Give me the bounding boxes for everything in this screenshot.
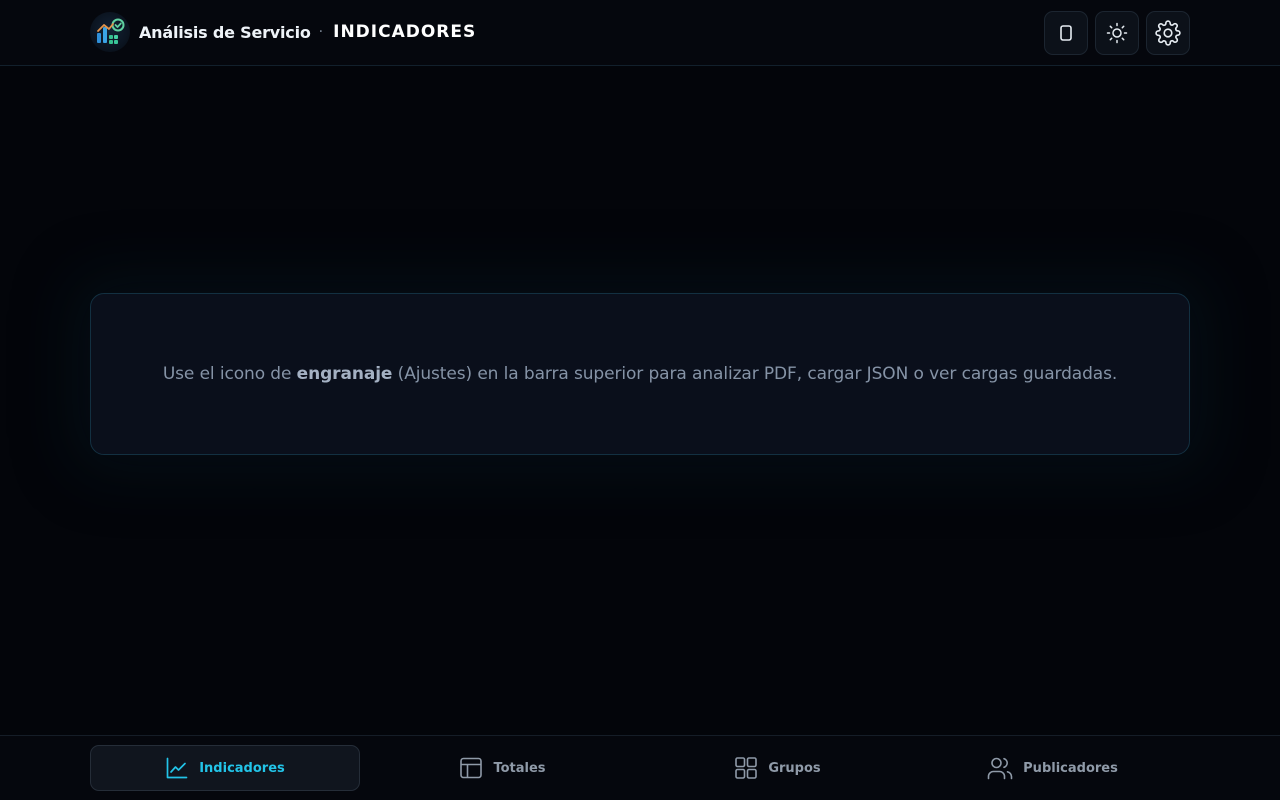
app-logo — [90, 12, 130, 52]
app-title: Análisis de Servicio — [139, 22, 311, 42]
section-title: INDICADORES — [333, 22, 477, 42]
nav-item-publicadores[interactable]: Publicadores — [915, 745, 1190, 791]
empty-state-message: Use el icono de engranaje (Ajustes) en l… — [163, 364, 1117, 384]
nav-item-totales[interactable]: Totales — [365, 745, 640, 791]
nav-label-grupos: Grupos — [768, 760, 821, 776]
nav-label-indicadores: Indicadores — [199, 760, 285, 776]
message-text-start: Use el icono de — [162, 364, 297, 384]
nav-item-grupos[interactable]: Grupos — [640, 745, 915, 791]
message-emphasis: engranaje — [296, 364, 393, 384]
brand: Análisis de Servicio · INDICADORES — [90, 12, 476, 52]
users-icon — [987, 757, 1013, 780]
nav-item-indicadores[interactable]: Indicadores — [90, 745, 360, 791]
bottom-navigation: Indicadores Totales Grupos Publicadores — [0, 735, 1280, 800]
sun-icon — [1106, 22, 1128, 44]
title-separator: · — [318, 24, 324, 40]
nav-label-publicadores: Publicadores — [1023, 760, 1118, 776]
table-icon — [460, 757, 483, 779]
square-icon — [1060, 25, 1072, 41]
message-text-end: (Ajustes) en la barra superior para anal… — [392, 364, 1118, 384]
gear-icon — [1155, 20, 1181, 46]
header-actions — [1044, 11, 1190, 55]
theme-toggle-button[interactable] — [1095, 11, 1139, 55]
empty-state-card: Use el icono de engranaje (Ajustes) en l… — [90, 293, 1190, 455]
nav-label-totales: Totales — [493, 760, 546, 776]
grid-icon — [735, 757, 758, 779]
top-bar: Análisis de Servicio · INDICADORES — [0, 0, 1280, 66]
settings-button[interactable] — [1146, 11, 1190, 55]
line-chart-icon — [166, 757, 188, 779]
fullscreen-button[interactable] — [1044, 11, 1088, 55]
